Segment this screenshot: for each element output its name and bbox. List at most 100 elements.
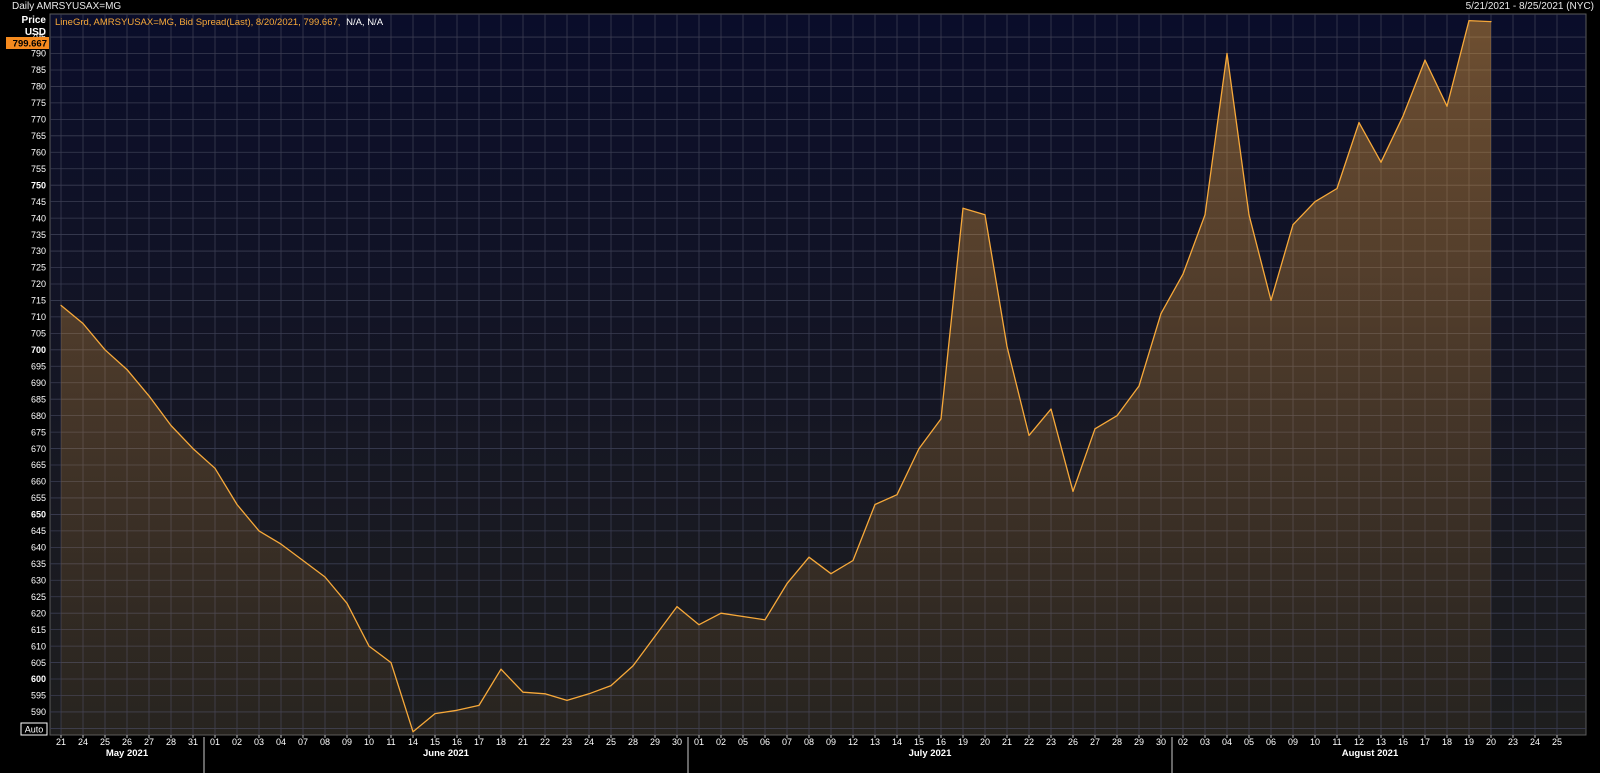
x-tick-label: 03 [1200,737,1210,747]
data-point [874,503,876,506]
y-tick-label: 780 [31,82,46,92]
y-tick-label: 705 [31,329,46,339]
data-point [280,543,282,545]
y-tick-label: 730 [31,246,46,256]
x-tick-label: 05 [738,737,748,747]
legend-series: LineGrd, AMRSYUSAX=MG, Bid Spread(Last),… [55,17,340,28]
data-point [82,322,84,325]
data-point [1402,115,1404,117]
data-point [1248,214,1250,216]
y-tick-label: 595 [31,691,46,701]
data-point [1270,299,1272,301]
y-tick-label: 755 [31,164,46,174]
y-tick-label: 715 [31,296,46,306]
data-point [214,467,216,469]
x-tick-label: 14 [408,737,418,747]
x-tick-label: 09 [826,737,836,747]
x-tick-label: 09 [342,737,352,747]
x-tick-label: 30 [672,737,682,747]
y-tick-label: 740 [31,213,46,223]
x-tick-label: 02 [716,737,726,747]
data-point [522,691,524,693]
y-tick-label: 660 [31,477,46,487]
x-tick-label: 25 [1552,737,1562,747]
data-point [170,424,172,427]
x-tick-label: 11 [1332,737,1341,747]
y-tick-label: 685 [31,394,46,404]
data-point [324,576,326,578]
x-tick-label: 28 [628,737,638,747]
y-tick-label: 610 [31,641,46,651]
y-tick-label: 670 [31,444,46,454]
x-tick-label: 24 [584,737,594,747]
x-tick-label: 30 [1156,737,1166,747]
x-tick-label: 23 [1046,737,1056,747]
y-axis: 5855905956006056106156206256306356406456… [31,32,46,733]
x-tick-label: 31 [188,737,198,747]
data-point [1358,122,1360,124]
x-tick-label: 17 [474,737,484,747]
x-tick-label: 20 [980,737,990,747]
x-tick-label: 01 [694,737,704,747]
x-tick-label: 08 [320,737,330,747]
data-point [412,731,414,733]
x-tick-label: 28 [1112,737,1122,747]
x-tick-label: 24 [1530,737,1540,747]
y-tick-label: 710 [31,312,46,322]
y-tick-label: 630 [31,575,46,585]
x-tick-label: 27 [144,737,154,747]
data-point [1072,490,1074,492]
y-tick-label: 605 [31,658,46,668]
y-tick-label: 785 [31,65,46,75]
auto-button-label: Auto [25,725,44,735]
data-point [500,668,502,670]
data-point [808,556,810,558]
x-tick-label: 27 [1090,737,1100,747]
x-tick-label: 13 [1376,737,1386,747]
x-tick-label: 24 [78,737,88,747]
x-tick-label: 04 [276,737,286,747]
data-point [918,448,920,450]
x-tick-label: 07 [782,737,792,747]
x-tick-label: 05 [1244,737,1254,747]
data-point [126,369,128,371]
x-tick-label: 15 [430,737,440,747]
x-tick-label: 01 [210,737,220,747]
x-tick-label: 04 [1222,737,1232,747]
data-point [1424,59,1426,61]
x-tick-label: 25 [100,737,110,747]
data-point [698,624,700,626]
month-label: June 2021 [423,748,470,759]
month-label: August 2021 [1342,748,1399,759]
x-tick-label: 22 [540,737,550,747]
y-tick-label: 735 [31,230,46,240]
x-tick-label: 23 [1508,737,1518,747]
x-tick-label: 17 [1420,737,1430,747]
x-tick-label: 16 [452,737,462,747]
data-point [830,573,832,575]
y-tick-label: 760 [31,147,46,157]
y-tick-label: 720 [31,279,46,289]
price-label: Price [22,15,47,26]
x-tick-label: 21 [518,737,528,747]
data-point [1182,273,1184,275]
legend-na: N/A, N/A [346,17,384,28]
data-point [1226,52,1228,55]
y-tick-label: 770 [31,115,46,125]
data-point [1204,214,1206,216]
y-tick-label: 725 [31,263,46,273]
data-point [148,395,150,397]
data-point [1138,385,1140,387]
x-tick-label: 18 [496,737,506,747]
data-point [1380,161,1382,163]
data-point [1446,105,1448,107]
data-point [896,494,898,496]
data-point [192,448,194,450]
data-point [456,709,458,711]
y-tick-label: 700 [31,345,46,355]
data-point [1160,313,1162,315]
auto-button[interactable]: Auto [20,722,48,736]
data-point [940,418,942,420]
y-tick-label: 665 [31,460,46,470]
data-point [434,713,436,715]
